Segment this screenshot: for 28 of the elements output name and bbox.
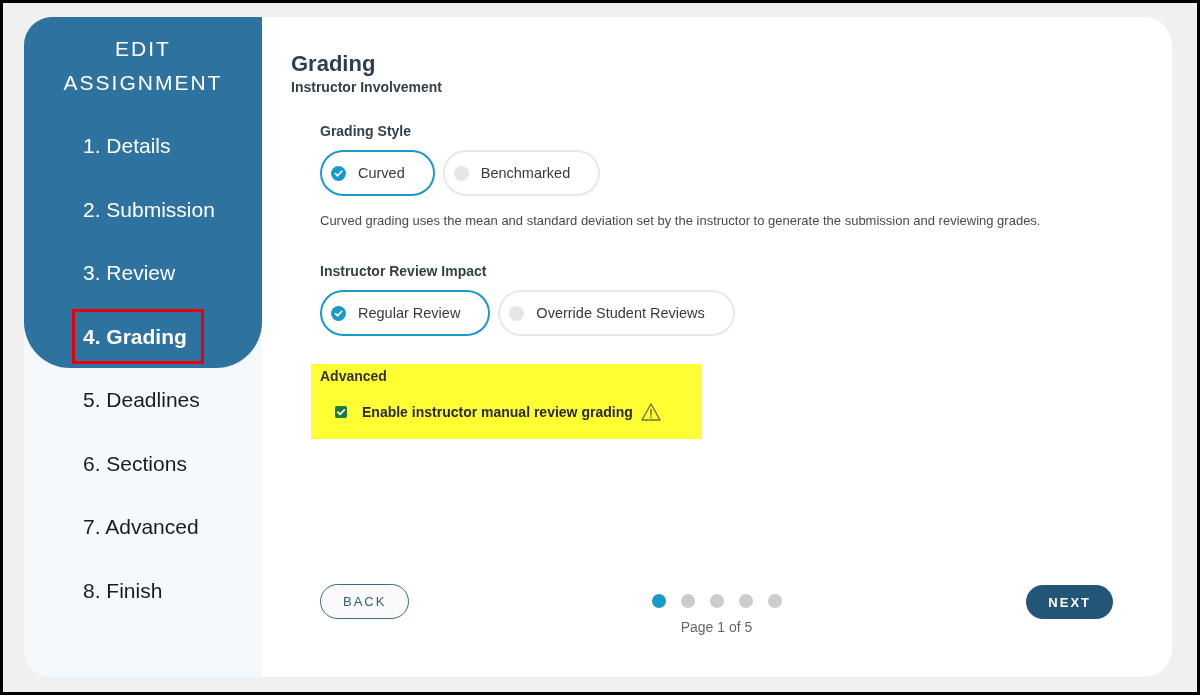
group-label: Grading Style bbox=[320, 122, 413, 140]
page-label: Page 1 of 5 bbox=[680, 618, 753, 636]
section-heading: Instructor Involvement bbox=[291, 78, 443, 96]
advanced-heading: Advanced bbox=[320, 367, 388, 385]
radio-option[interactable]: Override Student Reviews bbox=[498, 290, 735, 336]
sidebar-nav-item[interactable]: 1. Details bbox=[72, 118, 188, 174]
sidebar-nav-item[interactable]: 3. Review bbox=[72, 245, 193, 301]
back-button[interactable]: BACK bbox=[320, 584, 410, 619]
sidebar-nav-item[interactable]: 7. Advanced bbox=[72, 499, 216, 555]
group-label: Instructor Review Impact bbox=[320, 262, 488, 280]
radio-option[interactable]: Curved bbox=[320, 150, 435, 196]
empty-circle-icon bbox=[509, 305, 525, 321]
description-text: Curved grading uses the mean and standard deviation set by the instructor to generate the submission and reviewing grades. bbox=[320, 212, 1042, 230]
checkbox-label: Enable instructor manual review grading bbox=[362, 403, 633, 422]
sidebar-nav-item[interactable]: 4. Grading bbox=[72, 308, 204, 364]
check-circle-icon bbox=[331, 165, 346, 181]
page-title: Grading bbox=[291, 53, 377, 75]
next-button[interactable]: NEXT bbox=[1026, 585, 1113, 619]
sidebar-title: EDIT ASSIGNMENT bbox=[62, 36, 224, 96]
sidebar-nav-item[interactable]: 5. Deadlines bbox=[72, 372, 217, 428]
radio-option[interactable]: Benchmarked bbox=[442, 150, 601, 196]
sidebar-nav-item[interactable]: 6. Sections bbox=[72, 435, 204, 491]
checkbox[interactable] bbox=[335, 406, 347, 418]
sidebar-nav-item[interactable]: 2. Submission bbox=[72, 181, 232, 237]
check-circle-icon bbox=[331, 305, 346, 321]
sidebar-nav-item[interactable]: 8. Finish bbox=[72, 562, 180, 618]
radio-option[interactable]: Regular Review bbox=[320, 290, 491, 336]
empty-circle-icon bbox=[453, 165, 469, 181]
